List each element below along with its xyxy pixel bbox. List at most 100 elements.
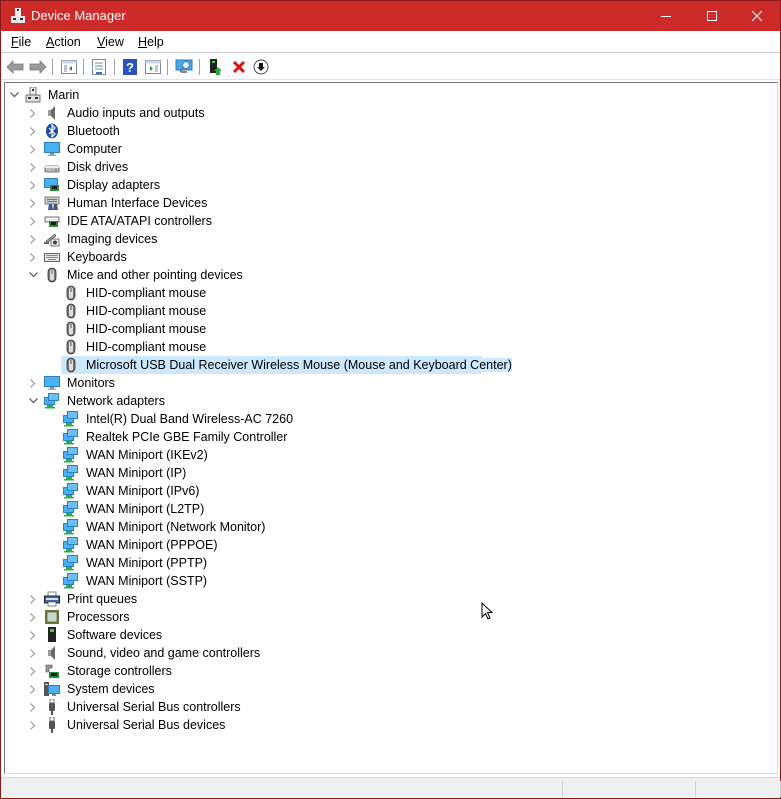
keyboard-icon	[44, 253, 60, 262]
chevron-right-icon[interactable]	[28, 104, 38, 122]
close-button[interactable]	[734, 1, 780, 31]
tree-device-node[interactable]: WAN Miniport (SSTP)	[5, 572, 775, 590]
node-label: Bluetooth	[67, 124, 120, 138]
camera-icon	[44, 233, 60, 247]
tree-category-node[interactable]: Keyboards	[5, 248, 775, 266]
node-label: Display adapters	[67, 178, 161, 192]
tree-device-node[interactable]: HID-compliant mouse	[5, 284, 775, 302]
tree-device-node[interactable]: WAN Miniport (IP)	[5, 464, 775, 482]
node-label: HID-compliant mouse	[86, 340, 207, 354]
tree-category-node[interactable]: Disk drives	[5, 158, 775, 176]
tree-category-node[interactable]: System devices	[5, 680, 775, 698]
tree-category-node[interactable]: Universal Serial Bus devices	[5, 716, 775, 734]
back-button[interactable]	[6, 58, 24, 76]
disable-device-button[interactable]	[252, 58, 270, 76]
software-device-icon	[48, 627, 56, 642]
properties-icon	[92, 59, 106, 75]
node-label: Storage controllers	[67, 664, 172, 678]
usb-icon	[49, 698, 55, 715]
tree-root-node[interactable]: Marin	[5, 86, 775, 104]
menu-view[interactable]: View	[97, 35, 124, 49]
chevron-right-icon[interactable]	[28, 122, 38, 140]
tree-device-node[interactable]: Intel(R) Dual Band Wireless-AC 7260	[5, 410, 775, 428]
tree-device-node[interactable]: WAN Miniport (Network Monitor)	[5, 518, 775, 536]
tree-category-node[interactable]: Computer	[5, 140, 775, 158]
title-bar[interactable]: Device Manager	[1, 1, 780, 31]
chevron-right-icon[interactable]	[28, 374, 38, 392]
tree-category-node[interactable]: Processors	[5, 608, 775, 626]
chevron-right-icon[interactable]	[28, 140, 38, 158]
properties-button[interactable]	[90, 58, 108, 76]
maximize-button[interactable]	[689, 1, 735, 31]
tree-category-node[interactable]: Display adapters	[5, 176, 775, 194]
chevron-right-icon[interactable]	[28, 590, 38, 608]
tree-device-node[interactable]: Microsoft USB Dual Receiver Wireless Mou…	[5, 356, 775, 374]
mouse-icon	[66, 357, 76, 373]
chevron-right-icon[interactable]	[28, 644, 38, 662]
arrow-right-icon	[29, 60, 47, 74]
chevron-right-icon[interactable]	[28, 716, 38, 734]
forward-button[interactable]	[29, 58, 47, 76]
tree-category-node[interactable]: Human Interface Devices	[5, 194, 775, 212]
chevron-right-icon[interactable]	[28, 194, 38, 212]
disk-drive-icon	[44, 165, 60, 173]
mouse-icon	[66, 285, 76, 301]
scan-hardware-button[interactable]	[175, 58, 193, 76]
status-separator	[695, 781, 696, 797]
tree-device-node[interactable]: Realtek PCIe GBE Family Controller	[5, 428, 775, 446]
chevron-right-icon[interactable]	[28, 212, 38, 230]
node-label: Universal Serial Bus devices	[67, 718, 226, 732]
tree-device-node[interactable]: WAN Miniport (L2TP)	[5, 500, 775, 518]
node-label: Marin	[48, 88, 80, 102]
tree-device-node[interactable]: WAN Miniport (IPv6)	[5, 482, 775, 500]
chevron-right-icon[interactable]	[28, 176, 38, 194]
network-adapter-icon	[63, 537, 79, 553]
tree-category-node[interactable]: Mice and other pointing devices	[5, 266, 775, 284]
tree-category-node[interactable]: Universal Serial Bus controllers	[5, 698, 775, 716]
tree-category-node[interactable]: Software devices	[5, 626, 775, 644]
display-adapter-icon	[44, 177, 60, 193]
tree-category-node[interactable]: Storage controllers	[5, 662, 775, 680]
chevron-right-icon[interactable]	[28, 680, 38, 698]
tree-device-node[interactable]: WAN Miniport (PPPOE)	[5, 536, 775, 554]
tree-device-node[interactable]: HID-compliant mouse	[5, 338, 775, 356]
hid-icon	[44, 196, 60, 210]
tree-category-node[interactable]: Network adapters	[5, 392, 775, 410]
tree-category-node[interactable]: Print queues	[5, 590, 775, 608]
chevron-right-icon[interactable]	[28, 626, 38, 644]
tree-device-node[interactable]: WAN Miniport (IKEv2)	[5, 446, 775, 464]
mouse-icon	[63, 321, 79, 337]
tree-category-node[interactable]: Monitors	[5, 374, 775, 392]
chevron-right-icon[interactable]	[28, 248, 38, 266]
chevron-right-icon[interactable]	[28, 698, 38, 716]
menu-help[interactable]: Help	[138, 35, 164, 49]
tree-category-node[interactable]: Audio inputs and outputs	[5, 104, 775, 122]
tree-device-node[interactable]: HID-compliant mouse	[5, 302, 775, 320]
node-label: Computer	[67, 142, 122, 156]
console-tree-button[interactable]	[60, 58, 78, 76]
help-button[interactable]: ?	[121, 58, 139, 76]
chevron-down-icon[interactable]	[9, 86, 19, 104]
chevron-right-icon[interactable]	[28, 158, 38, 176]
tree-category-node[interactable]: IDE ATA/ATAPI controllers	[5, 212, 775, 230]
update-driver-button[interactable]	[207, 58, 225, 76]
uninstall-device-button[interactable]	[230, 58, 248, 76]
speaker-icon	[48, 646, 55, 660]
tree-category-node[interactable]: Sound, video and game controllers	[5, 644, 775, 662]
tree-device-node[interactable]: WAN Miniport (PPTP)	[5, 554, 775, 572]
tree-category-node[interactable]: Bluetooth	[5, 122, 775, 140]
chevron-right-icon[interactable]	[28, 662, 38, 680]
chevron-right-icon[interactable]	[28, 608, 38, 626]
network-adapter-icon	[63, 519, 78, 535]
chevron-down-icon[interactable]	[28, 392, 38, 410]
menu-action[interactable]: Action	[46, 35, 81, 49]
chevron-down-icon[interactable]	[28, 266, 38, 284]
action-pane-button[interactable]	[144, 58, 162, 76]
menu-file[interactable]: File	[11, 35, 31, 49]
node-label: WAN Miniport (SSTP)	[86, 574, 208, 588]
device-tree[interactable]: Marin Audio inputs and outputs Bluetooth Co…	[4, 82, 778, 774]
tree-category-node[interactable]: Imaging devices	[5, 230, 775, 248]
chevron-right-icon[interactable]	[28, 230, 38, 248]
minimize-button[interactable]	[643, 1, 689, 31]
tree-device-node[interactable]: HID-compliant mouse	[5, 320, 775, 338]
